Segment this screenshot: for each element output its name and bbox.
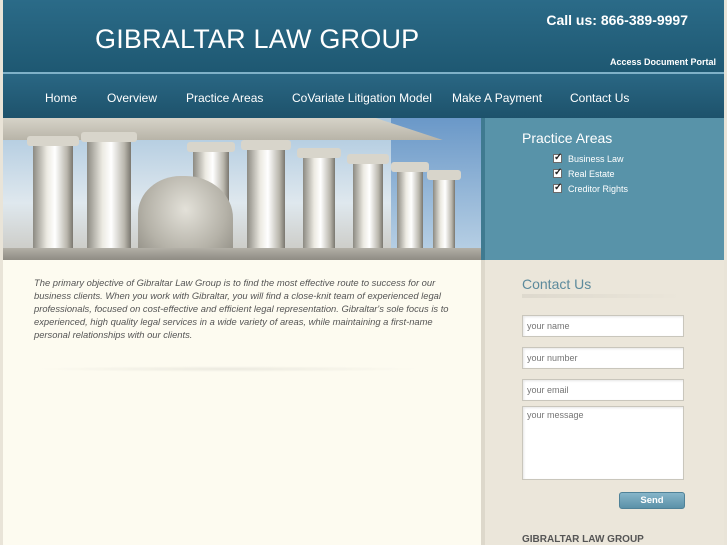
nav-item-contact-us[interactable]: Contact Us bbox=[570, 91, 629, 105]
practice-area-creditor-rights[interactable]: Creditor Rights bbox=[553, 181, 628, 196]
practice-area-label: Creditor Rights bbox=[568, 183, 629, 194]
contact-sidebar: Contact Us Send GIBRALTAR LAW GROUP bbox=[481, 260, 724, 545]
hero-column bbox=[347, 154, 389, 260]
checkbox-icon[interactable] bbox=[553, 182, 562, 194]
site-header: GIBRALTAR LAW GROUP Call us: 866-389-999… bbox=[3, 0, 724, 72]
page: GIBRALTAR LAW GROUP Call us: 866-389-999… bbox=[3, 0, 724, 545]
number-field[interactable] bbox=[522, 347, 684, 369]
contact-title: Contact Us bbox=[522, 276, 592, 292]
intro-paragraph: The primary objective of Gibraltar Law G… bbox=[34, 277, 449, 340]
practice-areas-title: Practice Areas bbox=[522, 130, 613, 146]
hero-column bbox=[391, 162, 429, 260]
checkbox-icon[interactable] bbox=[553, 167, 562, 179]
hero-base bbox=[3, 248, 481, 260]
nav-item-home[interactable]: Home bbox=[45, 91, 77, 105]
hero-image bbox=[3, 118, 481, 260]
nav-item-overview[interactable]: Overview bbox=[107, 91, 157, 105]
checkbox-icon[interactable] bbox=[553, 152, 562, 164]
name-field[interactable] bbox=[522, 315, 684, 337]
hero-column bbox=[81, 132, 137, 260]
practice-area-business-law[interactable]: Business Law bbox=[553, 151, 628, 166]
site-logo[interactable]: GIBRALTAR LAW GROUP bbox=[95, 24, 419, 55]
main-content: The primary objective of Gibraltar Law G… bbox=[3, 260, 481, 545]
practice-area-real-estate[interactable]: Real Estate bbox=[553, 166, 628, 181]
message-field[interactable] bbox=[522, 406, 684, 480]
main-navigation: Home Overview Practice Areas CoVariate L… bbox=[3, 72, 724, 118]
sidebar-company-name: GIBRALTAR LAW GROUP bbox=[522, 534, 644, 545]
phone-number: Call us: 866-389-9997 bbox=[546, 12, 688, 28]
hero-column bbox=[297, 148, 341, 260]
practice-area-label: Business Law bbox=[568, 153, 624, 164]
practice-area-label: Real Estate bbox=[568, 168, 615, 179]
content-divider bbox=[33, 366, 423, 372]
contact-divider bbox=[522, 294, 682, 298]
hero-column bbox=[27, 136, 79, 260]
practice-areas-list: Business Law Real Estate Creditor Rights bbox=[553, 151, 628, 196]
nav-item-covariate-litigation-model[interactable]: CoVariate Litigation Model bbox=[292, 91, 432, 105]
hero-column bbox=[241, 140, 291, 260]
nav-item-make-a-payment[interactable]: Make A Payment bbox=[452, 91, 542, 105]
send-button[interactable]: Send bbox=[619, 492, 685, 509]
practice-areas-panel: Practice Areas Business Law Real Estate … bbox=[481, 118, 724, 260]
document-portal-link[interactable]: Access Document Portal bbox=[610, 57, 716, 67]
email-field[interactable] bbox=[522, 379, 684, 401]
nav-item-practice-areas[interactable]: Practice Areas bbox=[186, 91, 263, 105]
